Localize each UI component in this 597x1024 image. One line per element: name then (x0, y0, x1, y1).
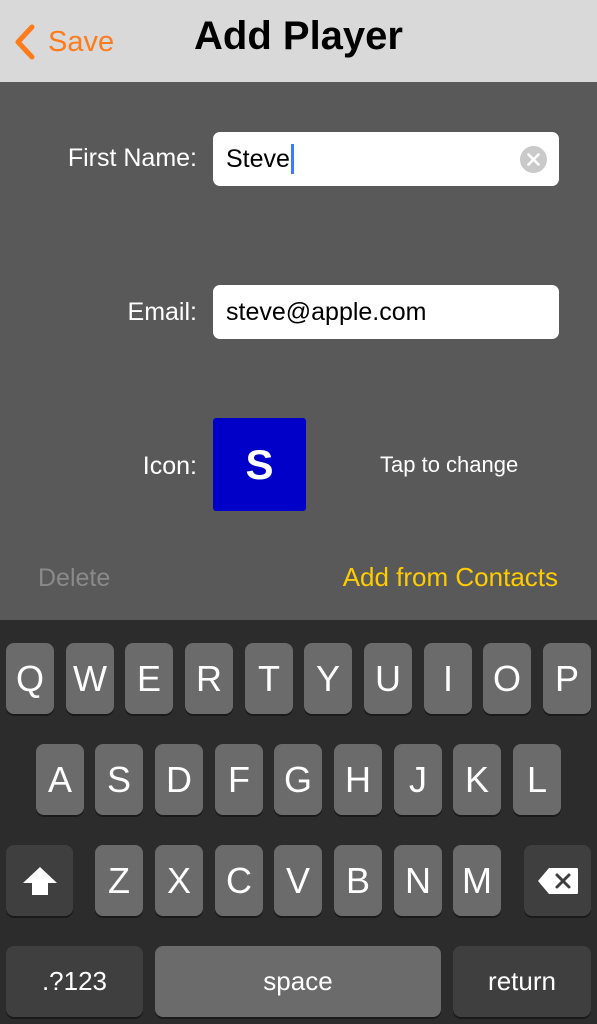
key-n[interactable]: N (394, 845, 442, 916)
keyboard: Q W E R T Y U I O P A S D F G H J K L Z … (0, 620, 597, 1024)
delete-button[interactable]: Delete (38, 564, 110, 593)
key-p[interactable]: P (543, 643, 591, 714)
key-w[interactable]: W (66, 643, 114, 714)
key-v[interactable]: V (274, 845, 322, 916)
email-value: steve@apple.com (226, 297, 427, 326)
add-from-contacts-button[interactable]: Add from Contacts (343, 562, 558, 593)
page-title: Add Player (194, 14, 403, 58)
icon-label: Icon: (142, 452, 197, 480)
key-a[interactable]: A (36, 744, 84, 815)
first-name-value: Steve (226, 144, 290, 173)
key-x[interactable]: X (155, 845, 203, 916)
key-e[interactable]: E (125, 643, 173, 714)
key-j[interactable]: J (394, 744, 442, 815)
shift-icon (22, 866, 57, 895)
backspace-key[interactable] (524, 845, 591, 916)
key-t[interactable]: T (245, 643, 293, 714)
return-key[interactable]: return (453, 946, 591, 1017)
key-h[interactable]: H (334, 744, 382, 815)
icon-letter: S (245, 440, 274, 488)
email-field[interactable]: steve@apple.com (213, 285, 559, 339)
first-name-label: First Name: (67, 144, 197, 172)
key-z[interactable]: Z (95, 845, 143, 916)
player-form: First Name: Steve Email: steve@apple.com… (0, 82, 597, 620)
key-g[interactable]: G (274, 744, 322, 815)
numbers-key[interactable]: .?123 (6, 946, 143, 1017)
key-q[interactable]: Q (6, 643, 54, 714)
key-s[interactable]: S (95, 744, 143, 815)
key-y[interactable]: Y (304, 643, 352, 714)
tap-to-change-link[interactable]: Tap to change (380, 452, 518, 478)
key-c[interactable]: C (215, 845, 263, 916)
key-d[interactable]: D (155, 744, 203, 815)
navigation-bar: Save Add Player (0, 0, 597, 82)
key-u[interactable]: U (364, 643, 412, 714)
first-name-field[interactable]: Steve (213, 132, 559, 186)
clear-text-button[interactable] (520, 146, 547, 173)
key-l[interactable]: L (513, 744, 561, 815)
backspace-icon (537, 867, 578, 894)
key-b[interactable]: B (334, 845, 382, 916)
key-r[interactable]: R (185, 643, 233, 714)
text-cursor (290, 144, 294, 174)
email-label: Email: (127, 298, 197, 326)
key-f[interactable]: F (215, 744, 263, 815)
key-k[interactable]: K (453, 744, 501, 815)
key-i[interactable]: I (424, 643, 472, 714)
shift-key[interactable] (6, 845, 73, 916)
close-icon (527, 153, 540, 166)
player-icon[interactable]: S (213, 418, 306, 511)
key-o[interactable]: O (483, 643, 531, 714)
space-key[interactable]: space (155, 946, 441, 1017)
key-m[interactable]: M (453, 845, 501, 916)
